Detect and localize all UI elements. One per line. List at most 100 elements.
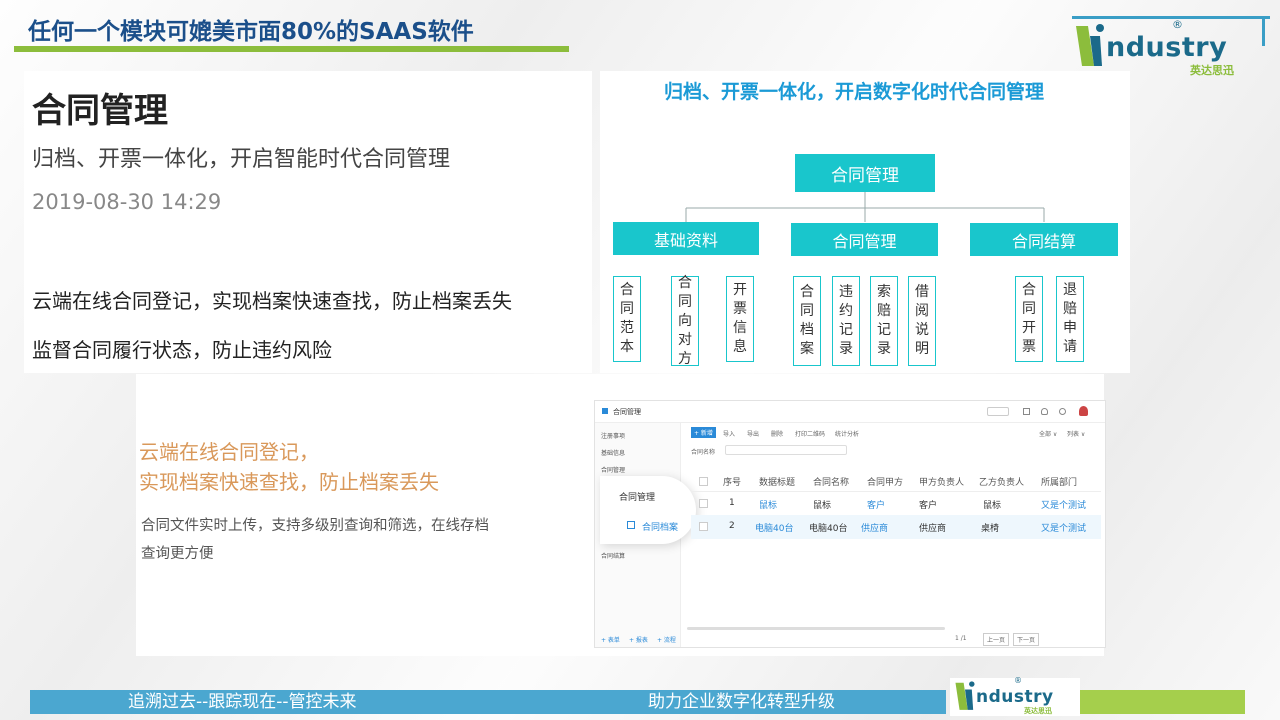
- help-icon[interactable]: [1059, 408, 1066, 415]
- diagram-leaf-node: 借阅说明: [908, 276, 936, 366]
- sidebar-item[interactable]: 注册事项: [601, 431, 625, 440]
- table-cell: 供应商: [919, 524, 947, 534]
- logo-subtext: 英达思迅: [1024, 707, 1052, 715]
- app-menu-icon[interactable]: [602, 408, 608, 414]
- import-button[interactable]: 导入: [723, 429, 735, 438]
- page-indicator: 1 /1: [955, 635, 967, 642]
- row-checkbox[interactable]: [699, 522, 708, 531]
- print-qrcode-button[interactable]: 打印二维码: [795, 429, 825, 438]
- diagram-leaf-node: 合同开票: [1015, 276, 1043, 362]
- export-button[interactable]: 导出: [747, 429, 759, 438]
- search-input[interactable]: [725, 445, 847, 455]
- view-dropdown[interactable]: 列表 ∨: [1067, 429, 1085, 438]
- table-cell-link[interactable]: 客户: [867, 498, 885, 511]
- next-page-button[interactable]: 下一页: [1013, 633, 1040, 646]
- table-cell: 鼠标: [813, 501, 832, 511]
- bell-icon[interactable]: [1041, 408, 1048, 415]
- column-header[interactable]: 所属部门: [1041, 475, 1077, 488]
- menu-item-contract-management[interactable]: 合同管理: [619, 490, 655, 503]
- diagram-leaf-node: 违约记录: [832, 276, 860, 366]
- column-header[interactable]: 合同甲方: [867, 475, 903, 488]
- prev-page-button[interactable]: 上一页: [983, 633, 1010, 646]
- decorative-line: [1262, 16, 1265, 46]
- diagram-group-node: 合同结算: [970, 223, 1118, 256]
- article-text-line: 云端在线合同登记，实现档案快速查找，防止档案丢失: [32, 289, 512, 313]
- table-cell-link[interactable]: 又是个测试: [1041, 521, 1086, 534]
- app-title: 合同管理: [613, 408, 641, 416]
- table-cell: 客户: [919, 501, 938, 511]
- topbar-button[interactable]: [987, 407, 1009, 416]
- decorative-line: [1072, 16, 1270, 19]
- registered-mark: ®: [1014, 676, 1022, 685]
- column-header[interactable]: 序号: [723, 475, 741, 488]
- column-header[interactable]: 乙方负责人: [979, 475, 1024, 488]
- company-logo: ndustry 英达思迅 ®: [1074, 18, 1262, 77]
- statistics-button[interactable]: 统计分析: [835, 429, 859, 438]
- logo-mark-icon: [954, 680, 976, 714]
- column-header[interactable]: 甲方负责人: [919, 475, 964, 488]
- app-topbar: 合同管理: [595, 401, 1105, 423]
- diagram-leaf-node: 合同档案: [793, 276, 821, 366]
- search-label: 合同名称: [691, 449, 716, 456]
- column-header[interactable]: 合同名称: [813, 475, 849, 488]
- footer-tagline: 助力企业数字化转型升级: [648, 692, 835, 712]
- footer-slogan: 追溯过去--跟踪现在--管控未来: [128, 692, 357, 712]
- delete-button[interactable]: 删除: [771, 429, 783, 438]
- page-title: 任何一个模块可媲美市面80%的SAAS软件: [28, 19, 474, 45]
- feature-description: 合同文件实时上传，支持多级别查询和筛选，在线存档: [141, 518, 489, 534]
- table-row[interactable]: 1 鼠标 鼠标 客户 客户 鼠标 又是个测试: [691, 493, 1101, 515]
- table-cell-link[interactable]: 又是个测试: [1041, 498, 1086, 511]
- avatar[interactable]: [1079, 406, 1088, 416]
- filter-dropdown[interactable]: 全部 ∨: [1039, 429, 1057, 438]
- feature-heading: 云端在线合同登记，: [139, 440, 319, 464]
- diagram-leaf-node: 开票信息: [726, 276, 754, 362]
- diagram-group-node: 合同管理: [791, 223, 938, 256]
- table-row[interactable]: 2 电脑40台 电脑40台 供应商 供应商 桌椅 又是个测试: [691, 515, 1101, 539]
- diagram-leaf-node: 退赔申请: [1056, 276, 1084, 362]
- feature-description: 查询更方便: [141, 546, 214, 562]
- diagram-leaf-node: 合同向对方: [671, 275, 699, 367]
- table-divider: [691, 491, 1101, 492]
- diagram-root-node: 合同管理: [795, 154, 935, 192]
- article-title: 合同管理: [32, 91, 168, 131]
- structure-diagram: 归档、开票一体化，开启数字化时代合同管理 合同管理 基础资料 合同管理 合同结算…: [600, 71, 1130, 373]
- add-button[interactable]: + 新增: [691, 427, 716, 438]
- table-cell: 桌椅: [981, 524, 1000, 534]
- sidebar-item[interactable]: 基础信息: [601, 448, 625, 457]
- article-subtitle: 归档、开票一体化，开启智能时代合同管理: [32, 147, 451, 172]
- row-checkbox[interactable]: [699, 499, 708, 508]
- article-panel: 合同管理 归档、开票一体化，开启智能时代合同管理 2019-08-30 14:2…: [24, 71, 592, 373]
- sidebar-item[interactable]: 合同管理: [601, 465, 625, 474]
- diagram-leaf-node: 合同范本: [613, 276, 641, 362]
- logo-mark-icon: [1074, 22, 1106, 72]
- table-cell: 1: [729, 498, 735, 508]
- document-icon: [627, 521, 635, 529]
- table-cell-link[interactable]: 供应商: [861, 521, 888, 534]
- logo-subtext: 英达思迅: [1190, 64, 1234, 77]
- article-text-line: 监督合同履行状态，防止违约风险: [32, 338, 332, 362]
- table-cell-link[interactable]: 电脑40台: [755, 521, 793, 534]
- app-screenshot: 合同管理 注册事项 基础信息 合同管理 合同结算 + 表单 + 报表 + 流程 …: [594, 400, 1106, 648]
- select-all-checkbox[interactable]: [699, 477, 708, 486]
- menu-highlight-bubble: 合同管理 合同档案: [600, 476, 696, 544]
- table-cell-link[interactable]: 鼠标: [759, 498, 777, 511]
- logo-word: ndustry: [976, 687, 1054, 707]
- menu-item-contract-archive[interactable]: 合同档案: [642, 520, 678, 533]
- diagram-group-node: 基础资料: [613, 222, 759, 255]
- logo-word: ndustry: [1106, 32, 1228, 63]
- footer-accent-bar: [1077, 690, 1245, 714]
- table-cell: 2: [729, 521, 735, 531]
- horizontal-scrollbar[interactable]: [687, 627, 945, 630]
- topbar-icon[interactable]: [1023, 408, 1030, 415]
- sidebar-footer-link[interactable]: + 报表: [629, 635, 648, 644]
- column-header[interactable]: 数据标题: [759, 475, 795, 488]
- sidebar-item[interactable]: 合同结算: [601, 551, 625, 560]
- footer-logo: ndustry 英达思迅 ®: [950, 676, 1080, 716]
- table-cell: 鼠标: [983, 501, 1002, 511]
- article-date: 2019-08-30 14:29: [32, 190, 222, 214]
- title-underline: [14, 46, 569, 52]
- feature-heading: 实现档案快速查找，防止档案丢失: [139, 470, 439, 494]
- sidebar-footer-link[interactable]: + 流程: [657, 635, 676, 644]
- table-cell: 电脑40台: [809, 524, 848, 534]
- sidebar-footer-link[interactable]: + 表单: [601, 635, 620, 644]
